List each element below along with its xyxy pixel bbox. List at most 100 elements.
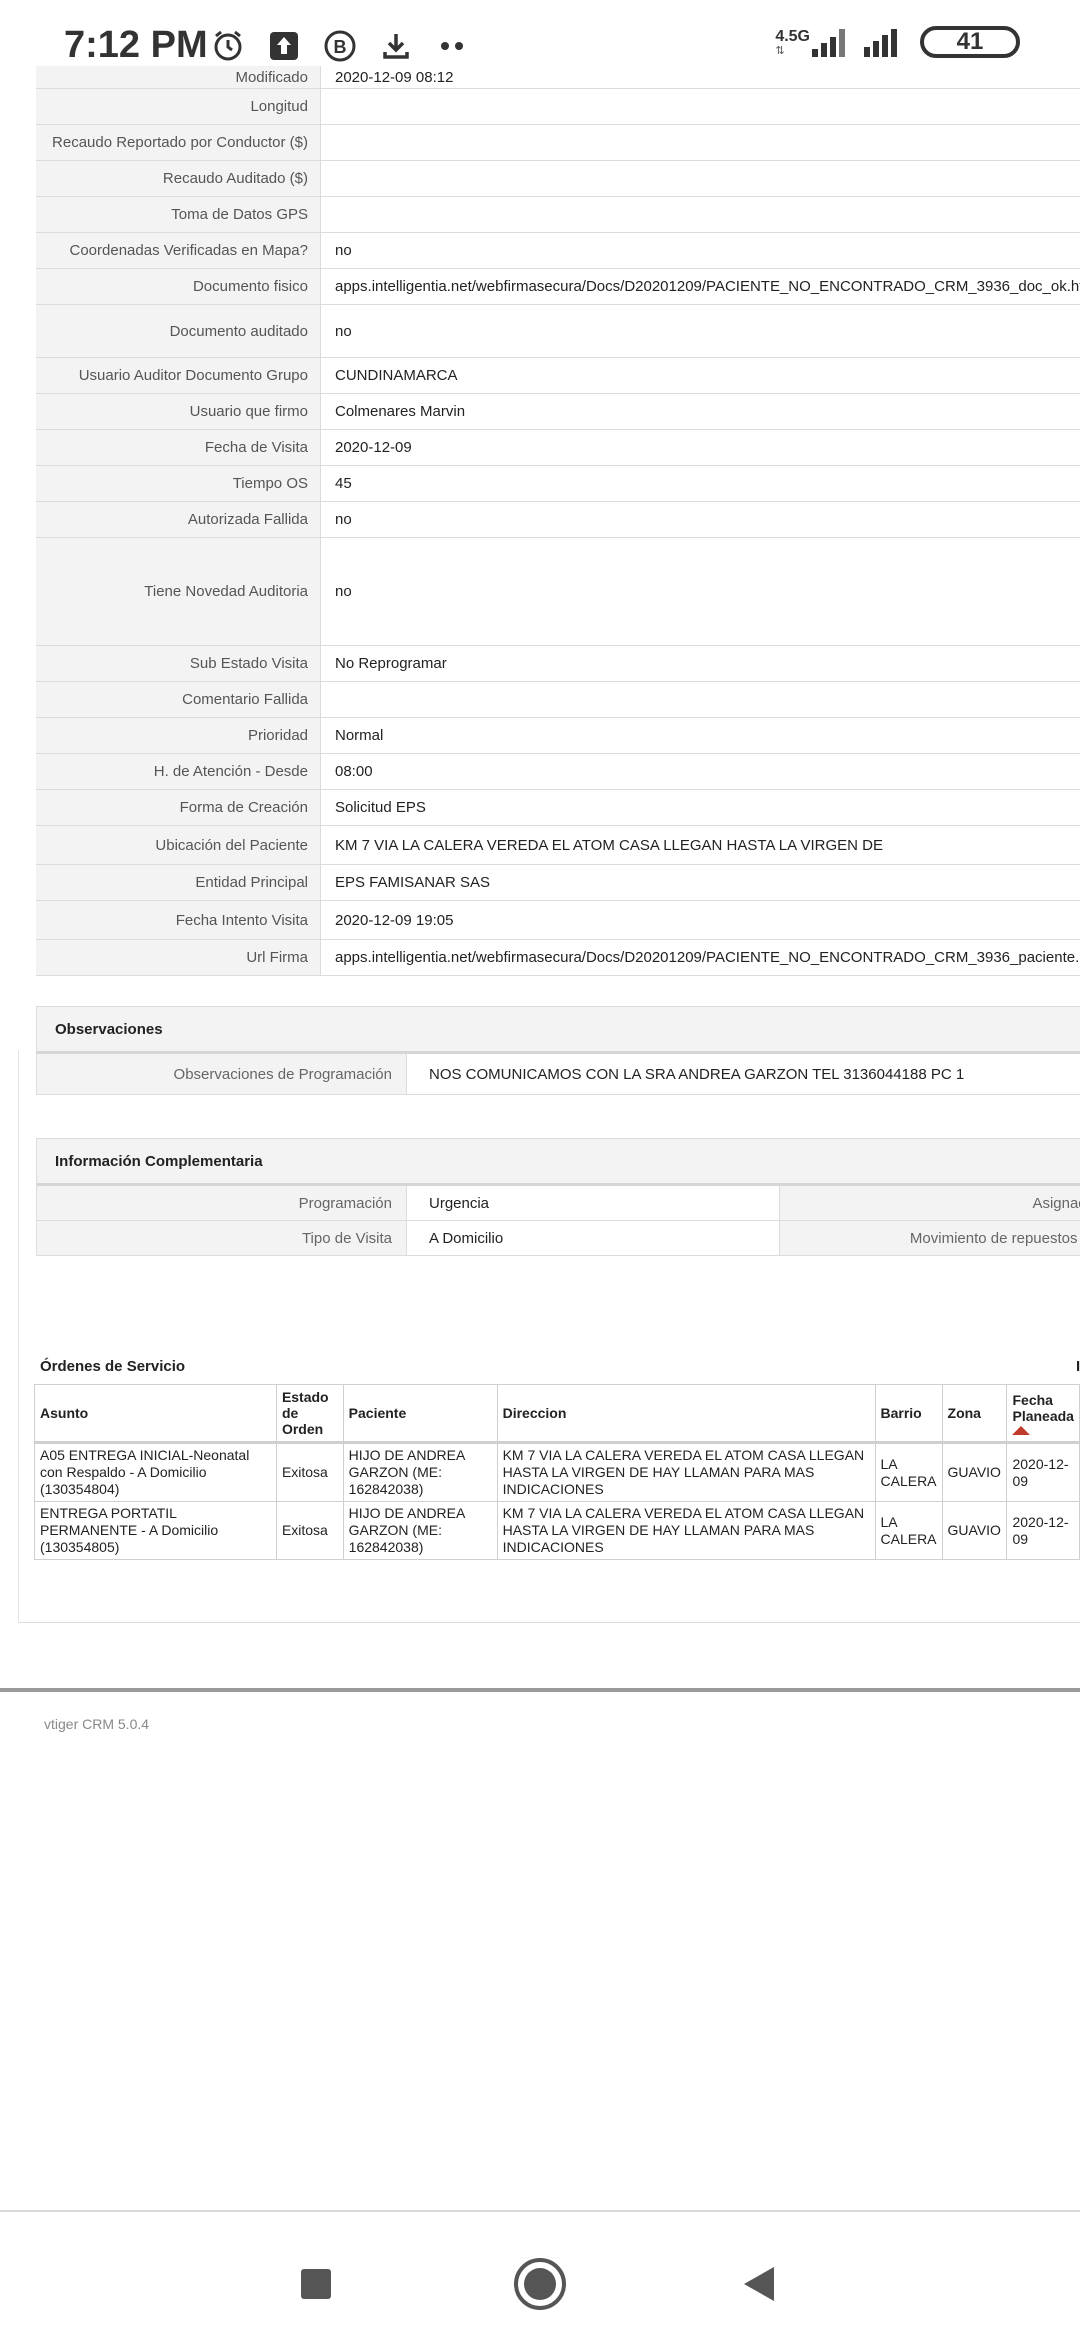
back-triangle-icon[interactable] (730, 2254, 790, 2314)
detail-label: Documento fisico (36, 269, 321, 304)
detail-label: Autorizada Fallida (36, 502, 321, 537)
detail-label: Tiene Novedad Auditoria (36, 538, 321, 645)
detail-value[interactable]: apps.intelligentia.net/webfirmasecura/Do… (321, 269, 1080, 304)
detail-label: Fecha de Visita (36, 430, 321, 465)
detail-label: Documento auditado (36, 305, 321, 357)
table-row[interactable]: ENTREGA PORTATIL PERMANENTE - A Domicili… (34, 1501, 1080, 1560)
detail-row: Tiempo OS 45 (36, 466, 1080, 502)
asignado-label: Asignado (780, 1186, 1080, 1220)
detail-value: no (335, 242, 352, 259)
orders-extra: I (1076, 1358, 1080, 1375)
detail-value (321, 682, 1080, 717)
footer-divider (0, 1688, 1080, 1692)
navigation-bar (0, 2210, 1080, 2342)
direccion-cell: KM 7 VIA LA CALERA VEREDA EL ATOM CASA L… (496, 1501, 876, 1560)
detail-label: Prioridad (36, 718, 321, 753)
detail-row: Ubicación del Paciente KM 7 VIA LA CALERA… (36, 826, 1080, 865)
battery-indicator: 41 (920, 26, 1020, 58)
detail-row: Modificado 2020-12-09 08:12 (36, 66, 1080, 89)
detail-label: Longitud (36, 89, 321, 124)
complementaria-row: Tipo de Visita A Domicilio Movimiento de… (36, 1221, 1080, 1256)
header-asunto[interactable]: Asunto (34, 1384, 277, 1444)
detail-label: Modificado (36, 66, 321, 88)
detail-value: Normal (335, 727, 384, 744)
detail-label: Sub Estado Visita (36, 646, 321, 681)
home-circle-icon[interactable] (510, 2254, 570, 2314)
detail-row: Documento auditado no (36, 305, 1080, 358)
detail-value: KM 7 VIA LA CALERA VEREDA EL ATOM CASA L… (335, 836, 883, 854)
detail-value: EPS FAMISANAR SAS (335, 874, 491, 891)
network-indicator: 4.5G ⇅ (775, 27, 850, 57)
paciente-cell: HIJO DE ANDREA GARZON (ME: 162842038) (342, 1501, 498, 1560)
header-fecha[interactable]: Fecha Planeada (1006, 1384, 1080, 1444)
recents-square-icon[interactable] (286, 2254, 346, 2314)
detail-row: Usuario Auditor Documento Grupo CUNDINAMA… (36, 358, 1080, 394)
observaciones-section: Observaciones Observaciones de Programac… (36, 1006, 1080, 1095)
header-fecha-label: Fecha Planeada (1012, 1391, 1074, 1424)
detail-row: Recaudo Auditado ($) (36, 161, 1080, 197)
detail-value[interactable]: apps.intelligentia.net/webfirmasecura/Do… (321, 940, 1080, 975)
fecha-cell: 2020-12-09 (1006, 1501, 1080, 1560)
detail-value: Solicitud EPS (335, 799, 426, 816)
observaciones-row: Observaciones de Programación NOS COMUNI… (36, 1054, 1080, 1095)
detail-value: Colmenares Marvin (335, 403, 466, 420)
header-zona[interactable]: Zona (941, 1384, 1008, 1444)
detail-value: 2020-12-09 08:12 (335, 68, 454, 86)
detail-value: no (335, 322, 352, 340)
complementaria-section: Información Complementaria Programación … (36, 1138, 1080, 1256)
signal-icon-2 (864, 29, 897, 57)
b-circle-icon: B (322, 28, 358, 64)
asunto-link[interactable]: A05 ENTREGA INICIAL-Neonatal con Respald… (34, 1442, 277, 1502)
detail-label: Url Firma (36, 940, 321, 975)
orders-table: Asunto Estado de Orden Paciente Direccio… (34, 1384, 1080, 1560)
detail-row: Url Firma apps.intelligentia.net/webfirma… (36, 940, 1080, 976)
detail-row: Prioridad Normal (36, 718, 1080, 754)
detail-row: Forma de Creación Solicitud EPS (36, 790, 1080, 826)
detail-value: no (335, 511, 352, 528)
direccion-cell: KM 7 VIA LA CALERA VEREDA EL ATOM CASA L… (496, 1442, 876, 1502)
detail-row: Tiene Novedad Auditoria no (36, 538, 1080, 646)
detail-value: no (335, 583, 352, 600)
detail-row: Sub Estado Visita No Reprogramar (36, 646, 1080, 682)
detail-label: H. de Atención - Desde (36, 754, 321, 789)
orders-header-row: Asunto Estado de Orden Paciente Direccio… (34, 1384, 1080, 1444)
status-icons: B (210, 28, 470, 64)
table-row[interactable]: A05 ENTREGA INICIAL-Neonatal con Respald… (34, 1442, 1080, 1502)
status-right: 4.5G ⇅ 41 (775, 26, 1020, 58)
tipo-visita-label: Tipo de Visita (37, 1221, 407, 1255)
detail-row: Toma de Datos GPS (36, 197, 1080, 233)
detail-value: 2020-12-09 19:05 (335, 911, 454, 929)
details-panel: Modificado 2020-12-09 08:12 Longitud Recaud… (36, 66, 1080, 976)
detail-label: Ubicación del Paciente (36, 826, 321, 864)
programacion-value: Urgencia (407, 1186, 780, 1220)
signal-icon (812, 29, 845, 57)
svg-text:B: B (334, 37, 347, 57)
detail-value: CUNDINAMARCA (335, 367, 458, 384)
detail-row: Coordenadas Verificadas en Mapa? no (36, 233, 1080, 269)
paciente-cell: HIJO DE ANDREA GARZON (ME: 162842038) (342, 1442, 498, 1502)
asunto-link[interactable]: ENTREGA PORTATIL PERMANENTE - A Domicili… (34, 1501, 277, 1560)
observaciones-title: Observaciones (36, 1006, 1080, 1054)
header-direccion[interactable]: Direccion (496, 1384, 876, 1444)
detail-label: Fecha Intento Visita (36, 901, 321, 939)
download-icon (378, 28, 414, 64)
header-barrio[interactable]: Barrio (874, 1384, 943, 1444)
detail-label: Recaudo Auditado ($) (36, 161, 321, 196)
zona-cell: GUAVIO (941, 1442, 1008, 1502)
complementaria-row: Programación Urgencia Asignado (36, 1186, 1080, 1221)
alarm-icon (210, 28, 246, 64)
header-estado[interactable]: Estado de Orden (275, 1384, 344, 1444)
detail-value: No Reprogramar (335, 655, 447, 672)
frame-border-bottom (18, 1622, 1080, 1623)
fecha-cell: 2020-12-09 (1006, 1442, 1080, 1502)
header-paciente[interactable]: Paciente (342, 1384, 498, 1444)
footer-version: vtiger CRM 5.0.4 (44, 1716, 150, 1732)
frame-border-left (18, 1050, 19, 1622)
detail-value: 08:00 (335, 763, 373, 780)
detail-value (321, 161, 1080, 196)
detail-value (321, 89, 1080, 124)
estado-cell: Exitosa (275, 1442, 344, 1502)
detail-value (321, 197, 1080, 232)
detail-row: Longitud (36, 89, 1080, 125)
detail-label: Recaudo Reportado por Conductor ($) (36, 125, 321, 160)
